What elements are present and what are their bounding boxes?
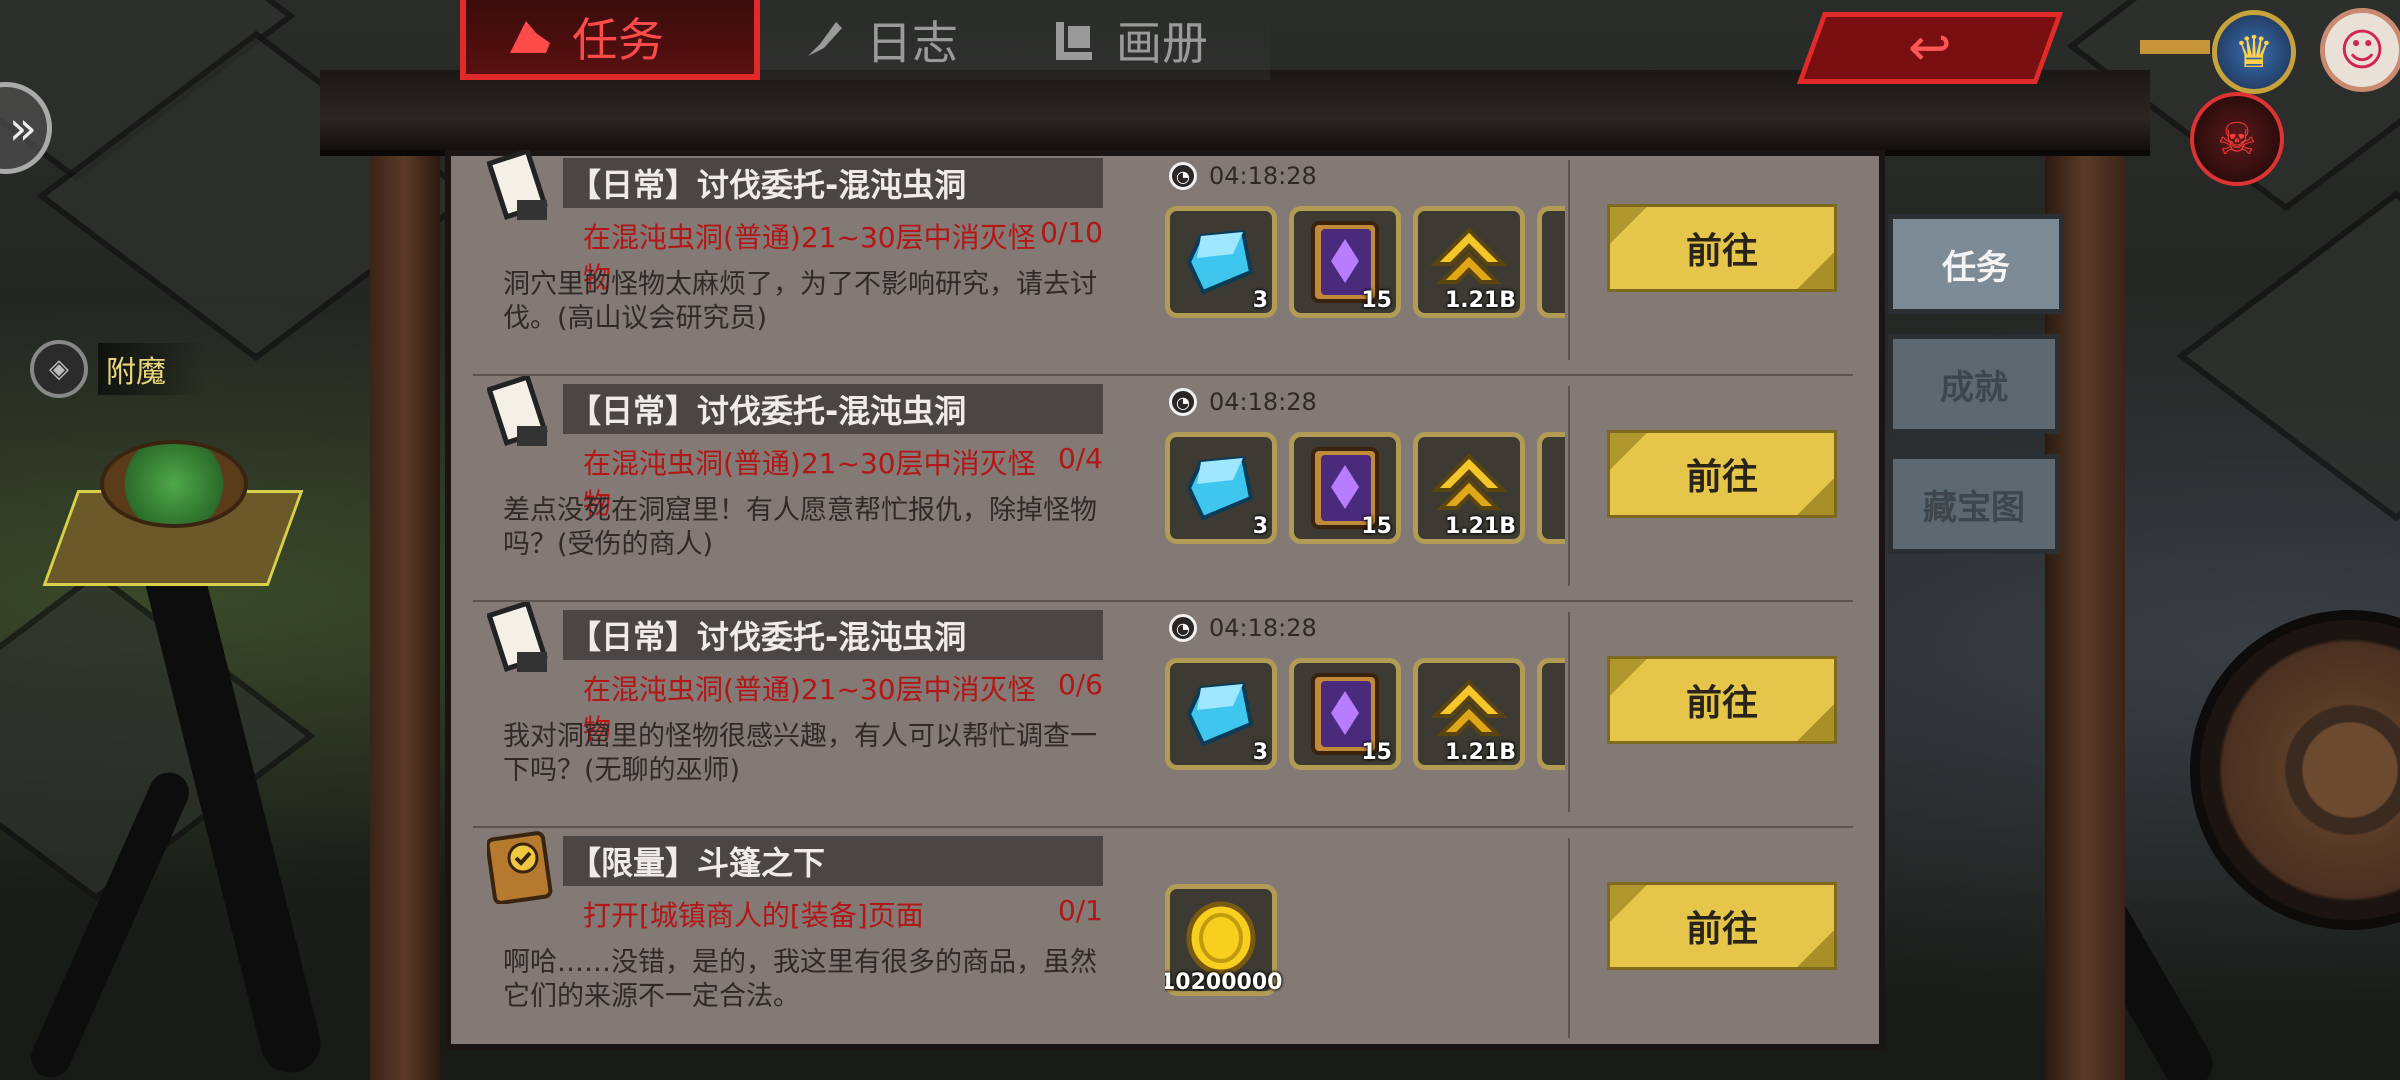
- quest-timer: ◔ 04:18:28: [1169, 388, 1317, 416]
- quill-icon: [808, 22, 842, 56]
- crystal-icon: [1186, 229, 1254, 295]
- tab-label: 日志: [866, 16, 958, 70]
- go-button[interactable]: 前往: [1607, 882, 1837, 970]
- quest-row: 【日常】讨伐委托-混沌虫洞 在混沌虫洞(普通)21~30层中消灭怪物 0/6 我…: [473, 602, 1853, 828]
- reward-count: 15: [1361, 288, 1392, 313]
- frame-ornament: [2140, 40, 2210, 54]
- quest-objective: 打开[城镇商人的[装备]页面 0/1: [583, 894, 1103, 934]
- quest-description: 差点没死在洞窟里！有人愿意帮忙报仇，除掉怪物吗？(受伤的商人): [503, 495, 1097, 560]
- objective-progress: 0/1: [1057, 894, 1103, 927]
- reward-more-indicator[interactable]: [1537, 658, 1565, 770]
- reward-more-indicator[interactable]: [1537, 432, 1565, 544]
- go-button[interactable]: 前往: [1607, 204, 1837, 292]
- crown-icon[interactable]: ♛: [2212, 10, 2296, 94]
- timer-text: 04:18:28: [1209, 614, 1317, 642]
- quest-title: 【日常】讨伐委托-混沌虫洞: [563, 158, 1103, 208]
- clock-icon: ◔: [1169, 388, 1197, 416]
- quest-row: 【日常】讨伐委托-混沌虫洞 在混沌虫洞(普通)21~30层中消灭怪物 0/4 差…: [473, 376, 1853, 602]
- side-tab-quests[interactable]: 任务: [1888, 214, 2064, 314]
- go-button[interactable]: 前往: [1607, 656, 1837, 744]
- clock-icon: ◔: [1169, 614, 1197, 642]
- quest-panel: 【日常】讨伐委托-混沌虫洞 在混沌虫洞(普通)21~30层中消灭怪物 0/10 …: [445, 150, 1885, 1050]
- hat-icon: [510, 21, 550, 53]
- reward-crystal[interactable]: 3: [1165, 658, 1277, 770]
- enchant-label: 附魔: [98, 343, 206, 395]
- quest-description: 啊哈……没错，是的，我这里有很多的商品，虽然它们的来源不一定合法。: [503, 947, 1097, 1012]
- cauldron-icon: [100, 440, 248, 528]
- clock-icon: ◔: [1169, 162, 1197, 190]
- scroll-icon: [487, 150, 548, 220]
- reward-count: 3: [1252, 514, 1268, 539]
- quest-book-icon: [487, 831, 553, 904]
- objective-text: 打开[城镇商人的[装备]页面: [583, 899, 924, 932]
- crystal-icon: [1186, 455, 1254, 521]
- reward-upgrade[interactable]: 1.21B: [1413, 432, 1525, 544]
- quest-title: 【限量】斗篷之下: [563, 836, 1103, 886]
- demon-skull-icon[interactable]: ☠: [2190, 92, 2284, 186]
- reward-list: 10200000: [1165, 884, 1565, 996]
- reward-count: 3: [1252, 740, 1268, 765]
- reward-upgrade[interactable]: 1.21B: [1413, 658, 1525, 770]
- character-avatar-icon[interactable]: ☺: [2320, 8, 2400, 92]
- wooden-pillar-left: [370, 110, 440, 1080]
- wheel-decoration: [2190, 610, 2400, 930]
- reward-count: 3: [1252, 288, 1268, 313]
- reward-crystal[interactable]: 3: [1165, 206, 1277, 318]
- reward-count: 10200000: [1165, 970, 1283, 995]
- go-button[interactable]: 前往: [1607, 430, 1837, 518]
- timer-text: 04:18:28: [1209, 162, 1317, 190]
- return-button[interactable]: ↩: [1796, 12, 2064, 84]
- reward-count: 1.21B: [1444, 514, 1516, 539]
- album-icon: [1056, 22, 1092, 60]
- return-arrow-icon: ↩: [1908, 18, 1952, 78]
- reward-upgrade[interactable]: 1.21B: [1413, 206, 1525, 318]
- side-tab-achievements[interactable]: 成就: [1888, 334, 2060, 434]
- reward-gold[interactable]: 10200000: [1165, 884, 1282, 996]
- quest-row: 【日常】讨伐委托-混沌虫洞 在混沌虫洞(普通)21~30层中消灭怪物 0/10 …: [473, 150, 1853, 376]
- timer-text: 04:18:28: [1209, 388, 1317, 416]
- crystal-icon: [1186, 681, 1254, 747]
- reward-count: 15: [1361, 740, 1392, 765]
- reward-list: 3 15 1.21B: [1165, 206, 1565, 318]
- quest-row: 【限量】斗篷之下 打开[城镇商人的[装备]页面 0/1 啊哈……没错，是的，我这…: [473, 828, 1853, 1050]
- quest-timer: ◔ 04:18:28: [1169, 614, 1317, 642]
- reward-spellbook[interactable]: 15: [1289, 206, 1401, 318]
- tab-label: 画册: [1116, 16, 1208, 70]
- tab-album[interactable]: 画册: [1010, 0, 1270, 80]
- reward-count: 15: [1361, 514, 1392, 539]
- reward-list: 3 15 1.21B: [1165, 658, 1565, 770]
- reward-spellbook[interactable]: 15: [1289, 432, 1401, 544]
- enchant-table-building[interactable]: [42, 420, 304, 590]
- reward-spellbook[interactable]: 15: [1289, 658, 1401, 770]
- reward-more-indicator[interactable]: [1537, 206, 1565, 318]
- tab-quests[interactable]: 任务: [460, 0, 760, 80]
- quest-title: 【日常】讨伐委托-混沌虫洞: [563, 384, 1103, 434]
- enchant-button[interactable]: ◈ 附魔: [30, 340, 206, 398]
- tab-journal[interactable]: 日志: [760, 0, 1010, 80]
- quest-description: 我对洞窟里的怪物很感兴趣，有人可以帮忙调查一下吗？(无聊的巫师): [503, 721, 1097, 786]
- scroll-icon: [487, 376, 548, 446]
- reward-crystal[interactable]: 3: [1165, 432, 1277, 544]
- scroll-icon: [487, 602, 548, 672]
- quest-description: 洞穴里的怪物太麻烦了，为了不影响研究，请去讨伐。(高山议会研究员): [503, 269, 1097, 334]
- reward-list: 3 15 1.21B: [1165, 432, 1565, 544]
- tab-label: 任务: [572, 13, 664, 67]
- double-chevron-icon: »: [8, 101, 37, 155]
- enchant-icon: ◈: [30, 340, 88, 398]
- side-tab-treasure-map[interactable]: 藏宝图: [1888, 454, 2060, 554]
- reward-count: 1.21B: [1444, 740, 1516, 765]
- top-tab-bar: 任务 日志 画册: [460, 0, 1270, 80]
- quest-timer: ◔ 04:18:28: [1169, 162, 1317, 190]
- quest-title: 【日常】讨伐委托-混沌虫洞: [563, 610, 1103, 660]
- reward-count: 1.21B: [1444, 288, 1516, 313]
